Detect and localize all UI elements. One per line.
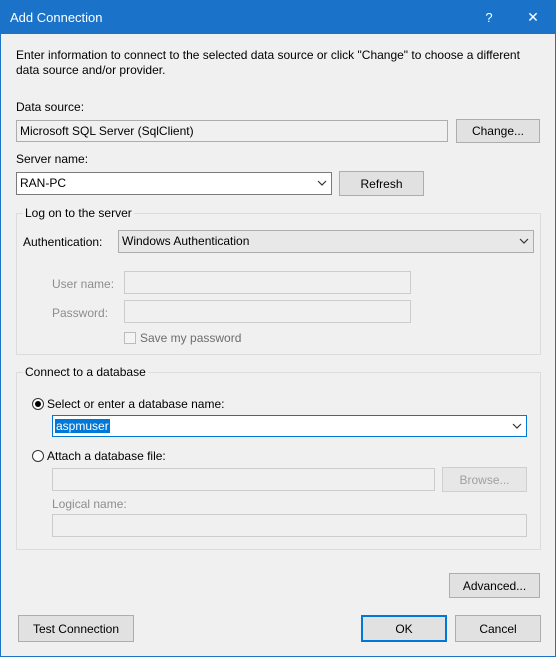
save-password-checkbox[interactable] — [124, 332, 136, 344]
password-label: Password: — [52, 306, 109, 320]
authentication-label: Authentication: — [23, 235, 103, 249]
chevron-down-icon[interactable] — [317, 178, 327, 188]
advanced-button-label: Advanced... — [462, 578, 527, 593]
authentication-value: Windows Authentication — [122, 234, 250, 248]
dialog-title: Add Connection — [10, 10, 103, 25]
logon-group-legend: Log on to the server — [23, 206, 134, 220]
data-source-field: Microsoft SQL Server (SqlClient) — [16, 120, 448, 142]
test-connection-label: Test Connection — [32, 621, 120, 636]
server-name-label: Server name: — [16, 152, 89, 166]
browse-button[interactable]: Browse... — [442, 467, 527, 492]
title-bar[interactable]: Add Connection ? ✕ — [1, 1, 555, 34]
ok-button-label: OK — [395, 621, 413, 636]
database-name-selection: aspmuser — [55, 419, 110, 433]
close-icon: ✕ — [527, 9, 539, 25]
server-name-value: RAN-PC — [20, 176, 67, 190]
attach-file-input[interactable] — [52, 468, 435, 491]
data-source-label: Data source: — [16, 100, 85, 114]
cancel-button[interactable]: Cancel — [455, 615, 541, 642]
data-source-value: Microsoft SQL Server (SqlClient) — [20, 124, 194, 138]
ok-button[interactable]: OK — [361, 615, 447, 642]
change-button-label: Change... — [471, 124, 525, 138]
database-group-legend: Connect to a database — [23, 365, 148, 379]
select-database-radio[interactable] — [32, 398, 44, 410]
help-icon: ? — [485, 10, 493, 25]
authentication-combobox[interactable]: Windows Authentication — [118, 230, 534, 253]
help-button[interactable]: ? — [467, 1, 511, 34]
database-name-combobox[interactable]: aspmuser — [52, 415, 527, 437]
intro-text: Enter information to connect to the sele… — [16, 48, 520, 77]
browse-button-label: Browse... — [459, 472, 510, 487]
logical-name-label: Logical name: — [52, 497, 127, 511]
advanced-button[interactable]: Advanced... — [449, 573, 540, 598]
chevron-down-icon[interactable] — [519, 236, 529, 246]
refresh-button-label: Refresh — [360, 176, 403, 191]
close-button[interactable]: ✕ — [511, 1, 555, 34]
change-button[interactable]: Change... — [456, 119, 540, 143]
select-database-label[interactable]: Select or enter a database name: — [47, 397, 224, 411]
add-connection-dialog: Add Connection ? ✕ Enter information to … — [0, 0, 556, 657]
logical-name-input[interactable] — [52, 514, 527, 537]
chevron-down-icon[interactable] — [512, 421, 522, 431]
dialog-body: Enter information to connect to the sele… — [1, 34, 555, 656]
cancel-button-label: Cancel — [479, 621, 517, 636]
test-connection-button[interactable]: Test Connection — [18, 615, 134, 642]
username-input[interactable] — [124, 271, 411, 294]
save-password-label: Save my password — [140, 331, 242, 345]
server-name-combobox[interactable]: RAN-PC — [16, 172, 332, 195]
database-name-value: aspmuser — [55, 419, 110, 433]
refresh-button[interactable]: Refresh — [339, 171, 424, 196]
password-input[interactable] — [124, 300, 411, 323]
attach-database-label[interactable]: Attach a database file: — [47, 449, 166, 463]
username-label: User name: — [52, 277, 115, 291]
radio-selected-dot — [35, 401, 41, 407]
attach-database-radio[interactable] — [32, 450, 44, 462]
